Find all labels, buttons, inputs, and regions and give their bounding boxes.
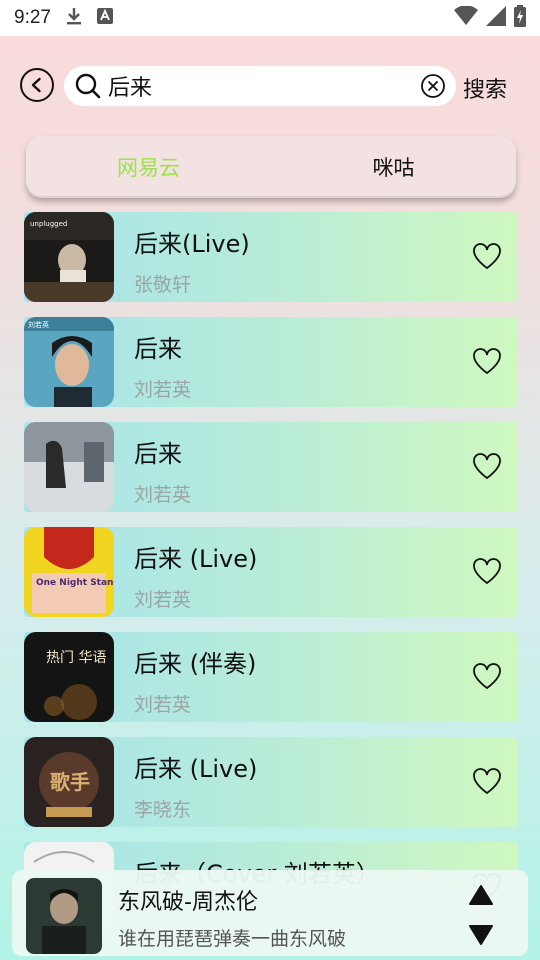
heart-icon[interactable] [472, 347, 502, 375]
search-input[interactable] [108, 68, 420, 104]
song-row[interactable]: 后来 刘若英 [24, 422, 518, 512]
song-artist: 刘若英 [134, 694, 192, 716]
song-title: 后来 (Live) [134, 545, 258, 573]
song-artist: 刘若英 [134, 484, 192, 506]
song-title: 后来 (Live) [134, 755, 258, 783]
back-button[interactable] [20, 68, 54, 102]
song-row[interactable]: unplugged 后来(Live) 张敬轩 [24, 212, 518, 302]
battery-icon [514, 5, 526, 31]
status-bar: 9:27 [0, 0, 540, 36]
song-title: 后来(Live) [134, 230, 250, 258]
album-cover: 刘若英 [24, 317, 114, 407]
svg-text:One Night Stand Renee: One Night Stand Renee [36, 578, 114, 588]
tab-netease[interactable]: 网易云 [26, 152, 271, 182]
song-title: 后来 [134, 335, 182, 363]
heart-icon[interactable] [472, 242, 502, 270]
search-icon [75, 73, 101, 99]
song-artist: 刘若英 [134, 379, 192, 401]
player-subtitle: 谁在用琵琶弹奏一曲东风破 [118, 928, 347, 950]
song-title: 后来 [134, 440, 182, 468]
svg-text:unplugged: unplugged [30, 220, 67, 228]
source-tabs: 网易云 咪咕 [26, 136, 516, 198]
search-box[interactable] [64, 66, 456, 106]
song-title: 后来 (伴奏) [134, 650, 257, 678]
song-list: unplugged 后来(Live) 张敬轩 刘若英 后来 刘若英 后来 刘若英… [24, 212, 518, 947]
svg-text:刘若英: 刘若英 [28, 320, 49, 329]
heart-icon[interactable] [472, 452, 502, 480]
triangle-down-icon[interactable] [468, 924, 494, 946]
wifi-icon [454, 5, 478, 30]
heart-icon[interactable] [472, 662, 502, 690]
svg-text:热门 华语: 热门 华语 [46, 650, 106, 666]
album-cover [24, 422, 114, 512]
album-cover: One Night Stand Renee [24, 527, 114, 617]
tab-migu[interactable]: 咪咕 [271, 152, 516, 182]
player-cover [26, 878, 102, 954]
album-cover: 热门 华语 [24, 632, 114, 722]
album-cover: unplugged [24, 212, 114, 302]
heart-icon[interactable] [472, 557, 502, 585]
song-artist: 李晓东 [134, 799, 192, 821]
album-cover: 歌手 [24, 737, 114, 827]
signal-icon [486, 6, 506, 30]
song-artist: 张敬轩 [134, 274, 192, 296]
search-button[interactable]: 搜索 [463, 72, 507, 104]
song-artist: 刘若英 [134, 589, 192, 611]
song-row[interactable]: 歌手 后来 (Live) 李晓东 [24, 737, 518, 827]
svg-text:歌手: 歌手 [50, 770, 90, 794]
clear-search-icon[interactable] [420, 73, 446, 99]
chevron-left-icon [31, 77, 41, 93]
mini-player[interactable]: 东风破-周杰伦 谁在用琵琶弹奏一曲东风破 [12, 870, 528, 956]
song-row[interactable]: 热门 华语 后来 (伴奏) 刘若英 [24, 632, 518, 722]
heart-icon[interactable] [472, 767, 502, 795]
download-icon [65, 6, 83, 30]
status-time: 9:27 [14, 7, 51, 28]
song-row[interactable]: One Night Stand Renee 后来 (Live) 刘若英 [24, 527, 518, 617]
app-notification-icon [96, 8, 113, 28]
player-title: 东风破-周杰伦 [118, 890, 258, 915]
song-row[interactable]: 刘若英 后来 刘若英 [24, 317, 518, 407]
triangle-up-icon[interactable] [468, 884, 494, 906]
